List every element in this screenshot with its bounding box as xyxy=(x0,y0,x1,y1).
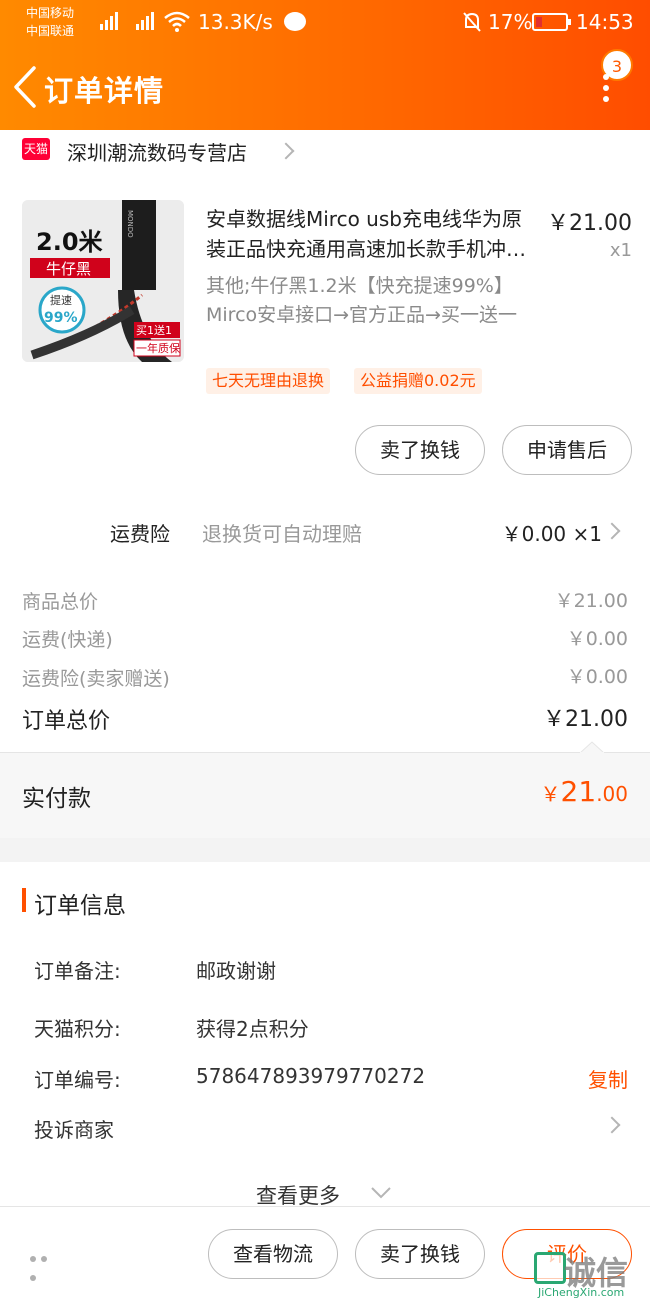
shipping-label: 运费(快递) xyxy=(22,629,113,651)
app-header: 中国移动 中国联通 13.3K/s 17% 14:53 订单详情 3 xyxy=(0,0,650,130)
paid-decimal: .00 xyxy=(596,782,628,806)
remark-value: 邮政谢谢 xyxy=(196,959,276,983)
insurance-desc: 退换货可自动理赔 xyxy=(202,522,362,546)
product-image[interactable]: MONDO 2.0米 牛仔黑 提速 99% 买1送1 一年质保 xyxy=(22,200,184,362)
chevron-right-icon xyxy=(603,522,621,540)
insurance-value: ￥0.00 ×1 xyxy=(501,522,602,546)
order-number-label: 订单编号: xyxy=(34,1068,121,1092)
network-speed: 13.3K/s xyxy=(198,10,273,34)
copy-button[interactable]: 复制 xyxy=(588,1064,628,1093)
chevron-right-icon xyxy=(603,1116,621,1134)
chevron-right-icon xyxy=(277,142,295,160)
subtotal-value: ￥21.00 xyxy=(554,590,628,612)
carrier-2: 中国联通 xyxy=(26,24,75,38)
paid-integer: 21 xyxy=(560,775,597,808)
insurance-fee-value: ￥0.00 xyxy=(566,666,628,688)
resell-button[interactable]: 卖了换钱 xyxy=(355,425,485,475)
status-bar: 中国移动 中国联通 13.3K/s 17% 14:53 xyxy=(0,0,650,44)
view-logistics-button[interactable]: 查看物流 xyxy=(208,1229,338,1279)
chevron-down-icon xyxy=(371,1187,391,1199)
product-title[interactable]: 安卓数据线Mirco usb充电线华为原装正品快充通用高速加长款手机冲电器 xyxy=(206,204,536,264)
return-policy-tag: 七天无理由退换 xyxy=(206,368,331,394)
paid-currency: ￥ xyxy=(540,782,561,806)
watermark-url: JiChengXin.com xyxy=(538,1286,625,1299)
bell-off-icon xyxy=(463,12,481,32)
order-total-label: 订单总价 xyxy=(22,709,111,734)
store-row[interactable]: 天猫 深圳潮流数码专营店 xyxy=(0,130,650,172)
after-sales-button[interactable]: 申请售后 xyxy=(502,425,632,475)
image-promo-2: 一年质保 xyxy=(136,341,180,355)
shipping-value: ￥0.00 xyxy=(566,628,628,650)
complain-label: 投诉商家 xyxy=(34,1118,114,1142)
tmall-badge: 天猫 xyxy=(22,138,50,160)
section-accent-bar xyxy=(22,888,26,912)
order-total-value: ￥21.00 xyxy=(543,707,628,732)
paid-label: 实付款 xyxy=(22,786,91,812)
carrier-labels: 中国移动 中国联通 xyxy=(26,4,74,40)
signal-icon xyxy=(136,10,154,30)
product-quantity: x1 xyxy=(609,240,632,261)
signal-icon xyxy=(100,10,118,30)
image-speed-label: 提速 xyxy=(50,294,72,307)
resell-bottom-button[interactable]: 卖了换钱 xyxy=(355,1229,485,1279)
insurance-label: 运费险 xyxy=(110,522,170,546)
carrier-1: 中国移动 xyxy=(26,6,75,20)
image-promo-1: 买1送1 xyxy=(136,323,172,337)
back-button[interactable] xyxy=(10,64,46,110)
product-price: ￥21.00 xyxy=(547,211,632,236)
paid-amount-panel: 实付款 ￥21.00 xyxy=(0,741,650,838)
wifi-icon xyxy=(164,11,190,32)
more-actions-button[interactable] xyxy=(30,1247,62,1281)
chat-icon xyxy=(284,12,306,31)
more-menu-button[interactable] xyxy=(596,74,616,106)
subtotal-label: 商品总价 xyxy=(22,591,99,613)
see-more-button[interactable]: 查看更多 xyxy=(256,1178,406,1208)
section-divider xyxy=(0,838,650,862)
watermark-logo: 诚信 JiChengXin.com xyxy=(534,1250,650,1300)
remark-label: 订单备注: xyxy=(34,959,121,983)
product-spec: 其他;牛仔黑1.2米【快充提速99%】Mirco安卓接口→官方正品→买一送一 xyxy=(206,275,517,326)
points-label: 天猫积分: xyxy=(34,1017,121,1041)
points-value: 获得2点积分 xyxy=(196,1017,309,1041)
shipping-insurance-row[interactable]: 运费险 退换货可自动理赔 ￥0.00 ×1 xyxy=(0,508,650,554)
caret-up-icon xyxy=(580,741,604,754)
battery-icon xyxy=(532,13,571,31)
insurance-fee-label: 运费险(卖家赠送) xyxy=(22,668,170,690)
paid-value: ￥21.00 xyxy=(541,775,628,808)
battery-percent: 17% xyxy=(488,10,533,34)
image-color-label: 牛仔黑 xyxy=(46,260,91,278)
order-number-value: 578647893979770272 xyxy=(196,1064,426,1088)
brand-text: MONDO xyxy=(126,210,134,238)
page-title: 订单详情 xyxy=(44,74,165,108)
store-name: 深圳潮流数码专营店 xyxy=(67,141,247,165)
order-info-title: 订单信息 xyxy=(34,893,126,919)
clock: 14:53 xyxy=(576,10,634,34)
image-speed-value: 99% xyxy=(44,310,78,326)
image-size-label: 2.0米 xyxy=(36,228,103,256)
charity-tag: 公益捐赠0.02元 xyxy=(354,368,482,394)
complain-seller-row[interactable]: 投诉商家 xyxy=(0,1100,650,1150)
